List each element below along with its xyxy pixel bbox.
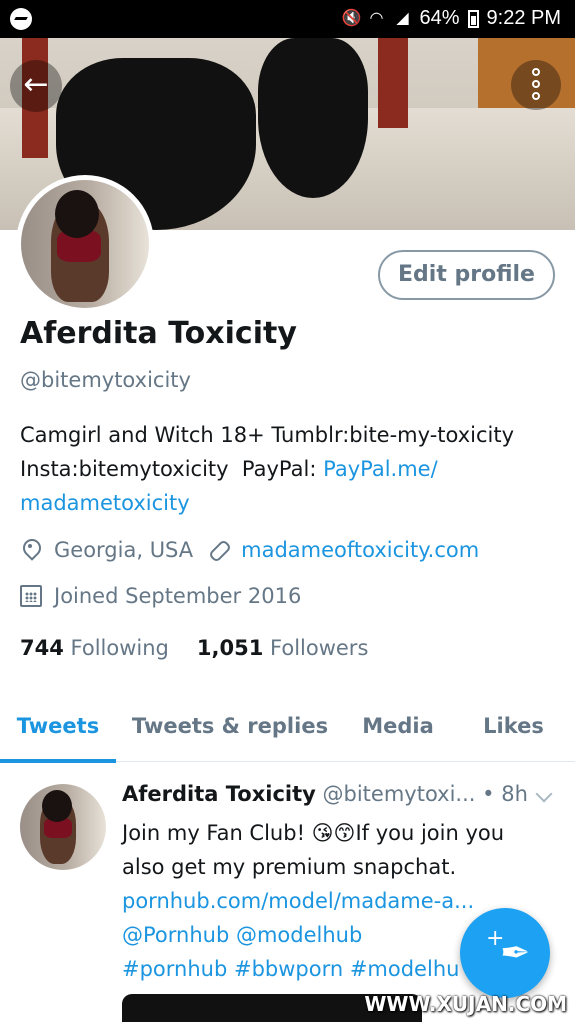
battery-percent: 64% <box>419 7 460 29</box>
follow-counts: 744 Following 1,051 Followers <box>20 636 368 660</box>
bio-line: Insta:bitemytoxicity PayPal: PayPal.me/ <box>20 452 560 486</box>
back-button[interactable]: ← <box>10 60 62 112</box>
banner-chair-leg <box>378 38 408 128</box>
more-vertical-icon <box>532 80 540 88</box>
banner-shoe <box>258 38 368 198</box>
more-vertical-icon <box>532 68 540 76</box>
bio-paypal-link[interactable]: PayPal.me/ <box>323 457 438 481</box>
avatar-photo <box>21 180 149 308</box>
tab-tweets[interactable]: Tweets <box>0 698 116 763</box>
tab-likes[interactable]: Likes <box>452 698 575 762</box>
followers-count: 1,051 <box>196 636 264 660</box>
profile-avatar[interactable] <box>16 175 154 313</box>
tweet-text-line: Join my Fan Club! 😘😙If you join you <box>122 821 505 845</box>
bio-text: Insta:bitemytoxicity PayPal: <box>20 457 324 481</box>
compose-tweet-button[interactable]: + ✒ <box>460 908 550 998</box>
status-bar: 🔇 ◠ ◢ 64% 9:22 PM <box>0 0 575 38</box>
calendar-icon <box>20 585 42 607</box>
following-label: Following <box>70 636 169 660</box>
following-count: 744 <box>20 636 64 660</box>
messenger-icon <box>10 8 32 30</box>
tweet-author-handle: @bitemytoxi... <box>322 782 476 806</box>
avatar-figure <box>55 190 99 238</box>
profile-meta-joined: Joined September 2016 <box>20 584 301 608</box>
profile-meta-location-website: Georgia, USA madameoftoxicity.com <box>20 538 479 562</box>
profile-website-link[interactable]: madameoftoxicity.com <box>241 538 479 562</box>
profile-joined-date: Joined September 2016 <box>54 584 302 608</box>
profile-name: Aferdita Toxicity <box>20 316 297 351</box>
chevron-down-icon[interactable] <box>535 785 553 803</box>
bio-line: Camgirl and Witch 18+ Tumblr:bite-my-tox… <box>20 423 515 447</box>
profile-tabs: Tweets Tweets & replies Media Likes <box>0 698 575 763</box>
avatar-figure <box>42 790 72 822</box>
compose-tweet-icon: ✒ <box>500 933 531 974</box>
tweet-author-name: Aferdita Toxicity <box>122 782 316 806</box>
profile-location: Georgia, USA <box>54 538 194 562</box>
link-icon <box>207 539 229 561</box>
battery-icon <box>467 9 479 28</box>
clock: 9:22 PM <box>486 7 561 29</box>
bio-paypal-link[interactable]: madametoxicity <box>20 486 560 520</box>
profile-handle: @bitemytoxicity <box>20 368 191 392</box>
more-options-button[interactable] <box>511 60 561 110</box>
wifi-icon: ◠ <box>369 9 384 27</box>
following-count-link[interactable]: 744 Following <box>20 636 169 660</box>
tweet-timestamp: • 8h <box>482 782 528 806</box>
followers-label: Followers <box>270 636 369 660</box>
edit-profile-button[interactable]: Edit profile <box>378 250 555 300</box>
tab-tweets-replies[interactable]: Tweets & replies <box>116 698 344 762</box>
followers-count-link[interactable]: 1,051 Followers <box>197 636 369 660</box>
watermark: WWW.XUJAN.COM <box>364 992 567 1016</box>
more-vertical-icon <box>532 92 540 100</box>
arrow-left-icon: ← <box>23 67 49 102</box>
location-pin-icon <box>20 539 42 561</box>
signal-icon: ◢ <box>396 9 409 27</box>
tweet-header: Aferdita Toxicity @bitemytoxi... • 8h <box>122 782 528 806</box>
mute-icon: 🔇 <box>341 9 362 27</box>
profile-bio: Camgirl and Witch 18+ Tumblr:bite-my-tox… <box>20 418 560 520</box>
tab-media[interactable]: Media <box>344 698 452 762</box>
tweet-text-line: also get my premium snapchat. <box>122 855 457 879</box>
tweet-avatar[interactable] <box>20 784 106 870</box>
